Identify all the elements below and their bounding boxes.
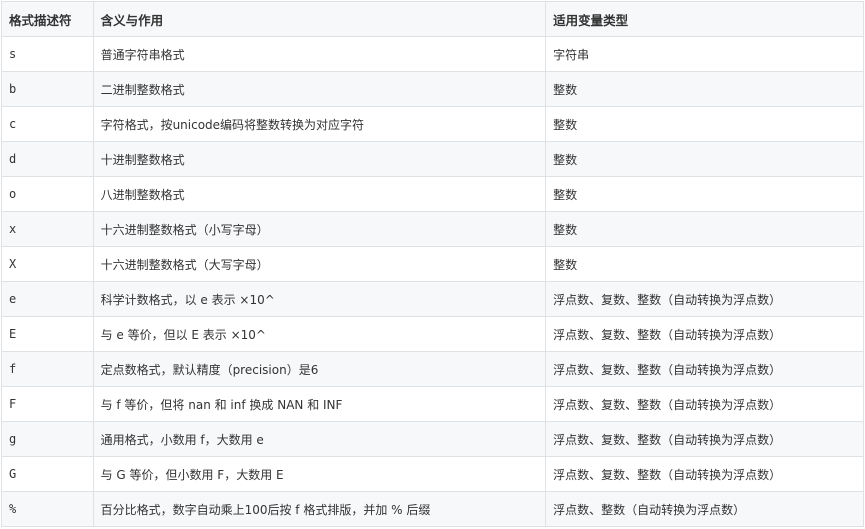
table-row: f 定点数格式，默认精度（precision）是6 浮点数、复数、整数（自动转换为浮… [1, 351, 864, 387]
cell-specifier: g [1, 421, 94, 457]
table-row: s 普通字符串格式 字符串 [1, 36, 864, 72]
cell-types: 整数 [545, 246, 864, 282]
table-row: e 科学计数格式，以 e 表示 ×10^ 浮点数、复数、整数（自动转换为浮点数） [1, 281, 864, 317]
cell-types: 浮点数、复数、整数（自动转换为浮点数） [545, 421, 864, 457]
table-row: g 通用格式，小数用 f，大数用 e 浮点数、复数、整数（自动转换为浮点数） [1, 421, 864, 457]
table-row: % 百分比格式，数字自动乘上100后按 f 格式排版，并加 % 后缀 浮点数、整数（… [1, 491, 864, 527]
header-meaning: 含义与作用 [92, 1, 547, 37]
cell-meaning: 科学计数格式，以 e 表示 ×10^ [92, 281, 547, 317]
cell-types: 整数 [545, 141, 864, 177]
cell-types: 整数 [545, 106, 864, 142]
cell-meaning: 字符格式，按unicode编码将整数转换为对应字符 [92, 106, 547, 142]
table-row: d 十进制整数格式 整数 [1, 141, 864, 177]
table-row: x 十六进制整数格式（小写字母） 整数 [1, 211, 864, 247]
cell-types: 浮点数、复数、整数（自动转换为浮点数） [545, 281, 864, 317]
table-header: 格式描述符 含义与作用 适用变量类型 [1, 1, 864, 37]
cell-specifier: o [1, 176, 94, 212]
table-row: X 十六进制整数格式（大写字母） 整数 [1, 246, 864, 282]
cell-types: 浮点数、整数（自动转换为浮点数） [545, 491, 864, 527]
cell-types: 浮点数、复数、整数（自动转换为浮点数） [545, 386, 864, 422]
cell-meaning: 与 f 等价，但将 nan 和 inf 换成 NAN 和 INF [92, 386, 547, 422]
table-body: s 普通字符串格式 字符串 b 二进制整数格式 整数 c 字符格式，按unicode编码将整数… [1, 36, 864, 527]
cell-specifier: f [1, 351, 94, 387]
cell-meaning: 与 G 等价，但小数用 F，大数用 E [92, 456, 547, 492]
cell-meaning: 与 e 等价，但以 E 表示 ×10^ [92, 316, 547, 352]
cell-types: 浮点数、复数、整数（自动转换为浮点数） [545, 316, 864, 352]
cell-meaning: 十六进制整数格式（小写字母） [92, 211, 547, 247]
cell-meaning: 百分比格式，数字自动乘上100后按 f 格式排版，并加 % 后缀 [92, 491, 547, 527]
cell-specifier: c [1, 106, 94, 142]
cell-specifier: % [1, 491, 94, 527]
cell-meaning: 通用格式，小数用 f，大数用 e [92, 421, 547, 457]
table-row: o 八进制整数格式 整数 [1, 176, 864, 212]
header-types: 适用变量类型 [545, 1, 864, 37]
cell-specifier: x [1, 211, 94, 247]
table-row: E与 e 等价，但以 E 表示 ×10^ 浮点数、复数、整数（自动转换为浮点数） [1, 316, 864, 352]
cell-types: 浮点数、复数、整数（自动转换为浮点数） [545, 456, 864, 492]
table-row: F与 f 等价，但将 nan 和 inf 换成 NAN 和 INF 浮点数、复数、… [1, 386, 864, 422]
cell-meaning: 二进制整数格式 [92, 71, 547, 107]
cell-specifier: b [1, 71, 94, 107]
cell-specifier: X [1, 246, 94, 282]
cell-specifier: s [1, 36, 94, 72]
cell-types: 浮点数、复数、整数（自动转换为浮点数） [545, 351, 864, 387]
cell-meaning: 十进制整数格式 [92, 141, 547, 177]
header-row: 格式描述符 含义与作用 适用变量类型 [1, 1, 864, 37]
table-row: b 二进制整数格式 整数 [1, 71, 864, 107]
cell-specifier: G [1, 456, 94, 492]
cell-meaning: 普通字符串格式 [92, 36, 547, 72]
cell-specifier: F [1, 386, 94, 422]
cell-specifier: E [1, 316, 94, 352]
cell-types: 整数 [545, 176, 864, 212]
table-row: c 字符格式，按unicode编码将整数转换为对应字符 整数 [1, 106, 864, 142]
cell-specifier: d [1, 141, 94, 177]
cell-meaning: 定点数格式，默认精度（precision）是6 [92, 351, 547, 387]
cell-types: 整数 [545, 211, 864, 247]
cell-types: 整数 [545, 71, 864, 107]
cell-specifier: e [1, 281, 94, 317]
cell-meaning: 八进制整数格式 [92, 176, 547, 212]
cell-types: 字符串 [545, 36, 864, 72]
format-spec-table: 格式描述符 含义与作用 适用变量类型 s 普通字符串格式 字符串 b 二进制整数格式 整数… [1, 1, 864, 527]
header-specifier: 格式描述符 [1, 1, 94, 37]
cell-meaning: 十六进制整数格式（大写字母） [92, 246, 547, 282]
table-row: G与 G 等价，但小数用 F，大数用 E 浮点数、复数、整数（自动转换为浮点数） [1, 456, 864, 492]
